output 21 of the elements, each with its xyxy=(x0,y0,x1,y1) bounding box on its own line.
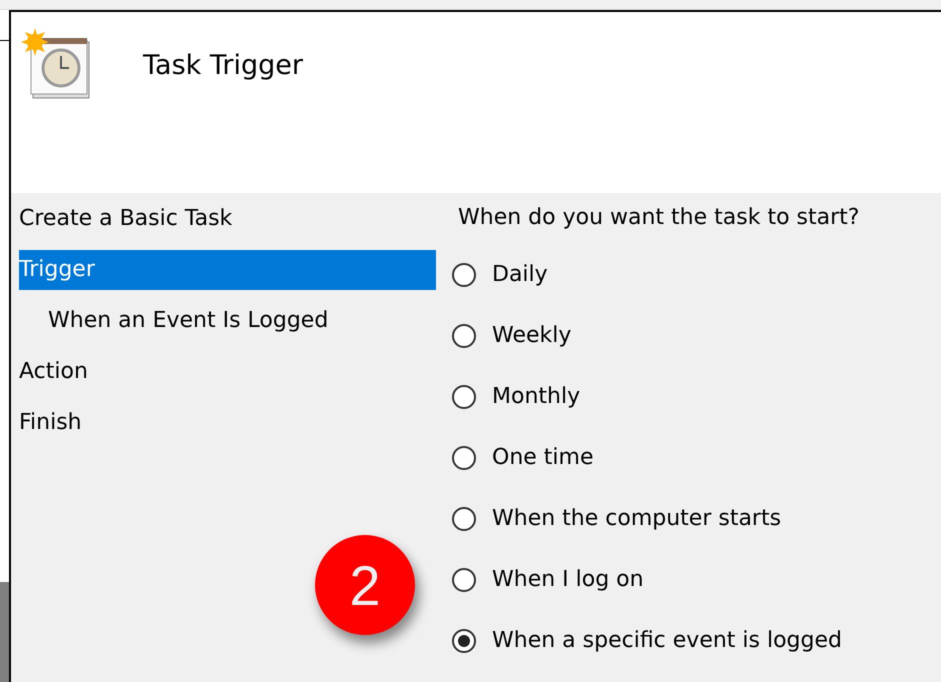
option-label[interactable]: When the computer starts xyxy=(492,506,782,531)
sidebar-item[interactable]: Trigger xyxy=(19,250,436,290)
question-text: When do you want the task to start? xyxy=(458,205,860,230)
window-title: Task Trigger xyxy=(143,50,303,81)
option-label[interactable]: Monthly xyxy=(492,384,580,409)
radio-button[interactable] xyxy=(452,628,476,652)
option-label[interactable]: When I log on xyxy=(492,567,644,592)
option-label[interactable]: When a specific event is logged xyxy=(492,628,842,653)
option-label[interactable]: Daily xyxy=(492,262,548,287)
sidebar-item[interactable]: When an Event Is Logged xyxy=(48,301,436,341)
radio-button[interactable] xyxy=(452,262,476,286)
option-label[interactable]: One time xyxy=(492,445,594,470)
sidebar-item[interactable]: Action xyxy=(19,352,436,392)
radio-button[interactable] xyxy=(452,324,476,348)
radio-button[interactable] xyxy=(452,506,476,530)
radio-button[interactable] xyxy=(452,446,476,470)
sidebar-item[interactable]: Create a Basic Task xyxy=(19,199,436,239)
radio-button[interactable] xyxy=(452,568,476,592)
radio-button[interactable] xyxy=(452,384,476,408)
option-label[interactable]: Weekly xyxy=(492,323,572,348)
sidebar-item[interactable]: Finish xyxy=(19,403,436,443)
